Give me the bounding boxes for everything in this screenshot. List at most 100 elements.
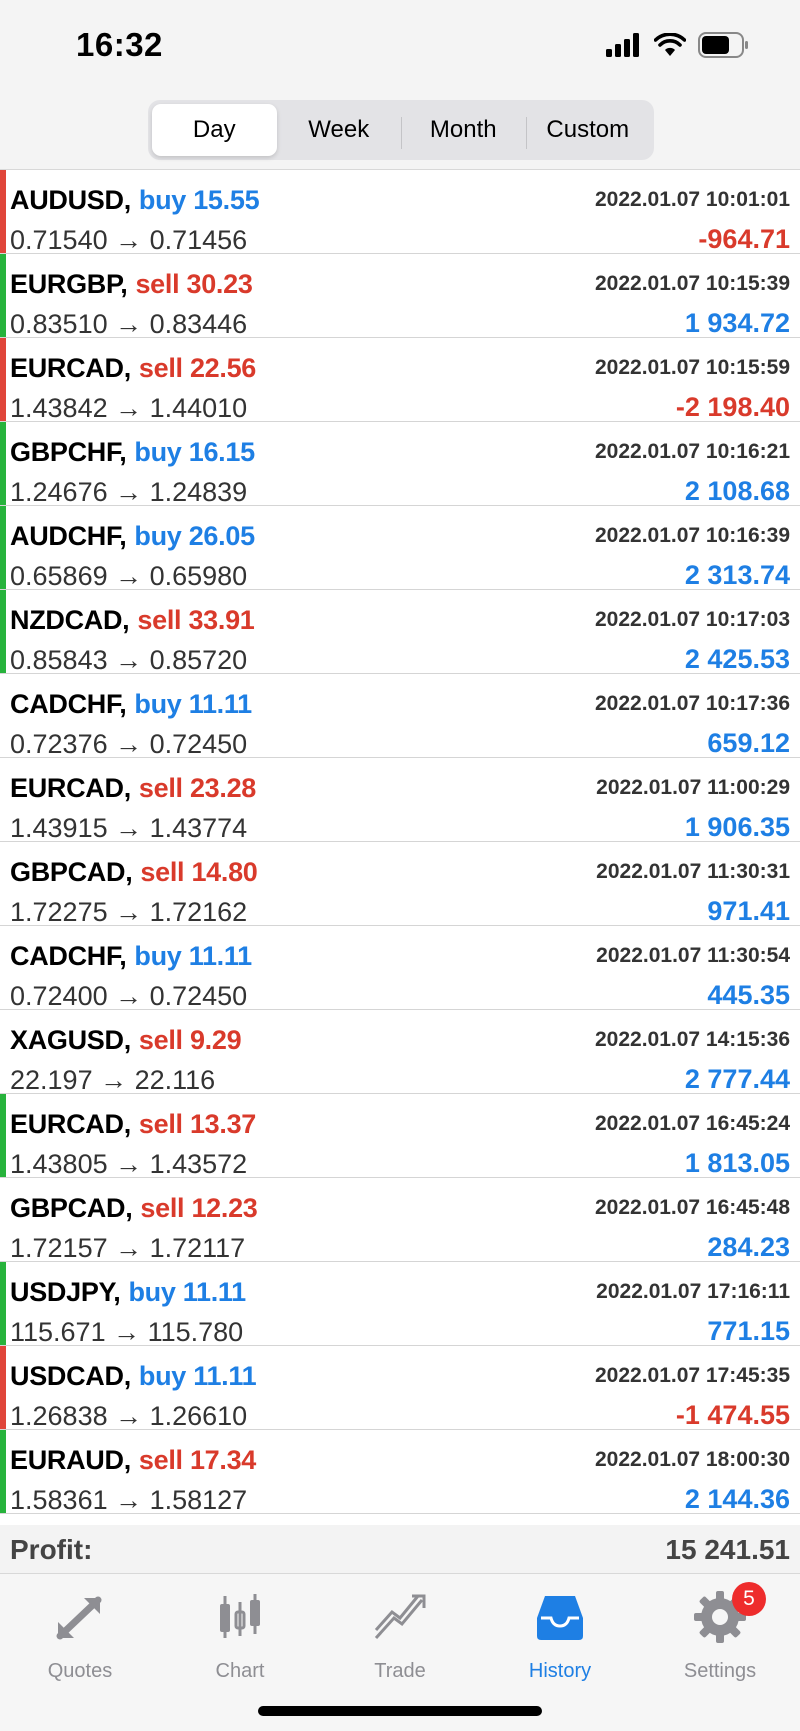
deal-symbol: CADCHF, [10,689,127,719]
deal-volume: 11.11 [188,941,252,971]
deal-direction: buy [128,1277,176,1307]
list-item[interactable]: GBPCAD, sell 14.80 1.72275 → 1.72162 2022.0… [0,842,800,927]
tab-history[interactable]: History [490,1588,630,1683]
deal-direction: buy [138,185,187,215]
wifi-icon [654,33,686,56]
deal-symbol: CADCHF, [10,941,127,971]
deal-prices: 0.72376 → 0.72450 [10,729,248,759]
deal-title: GBPCHF, buy 16.15 [10,437,255,468]
deal-title: XAGUSD, sell 9.29 [10,1025,242,1056]
deal-profit: 1 934.72 [684,308,790,338]
deal-time: 2022.01.07 16:45:24 [595,1112,790,1135]
tab-quotes[interactable]: Quotes [10,1588,150,1683]
list-item[interactable]: NZDCAD, sell 33.91 0.85843 → 0.85720 2022.0… [0,590,800,675]
deal-profit: 2 313.74 [684,560,790,590]
deal-symbol: AUDUSD, [10,185,131,215]
tab-week[interactable]: Week [277,104,402,156]
deal-time: 2022.01.07 10:16:21 [595,440,790,463]
deal-title: GBPCAD, sell 12.23 [10,1193,258,1224]
deal-direction: sell [138,1025,183,1055]
history-icon [490,1588,630,1646]
tab-label: History [528,1660,592,1682]
deal-direction: sell [138,773,183,803]
deal-volume: 11.11 [182,1277,246,1307]
list-item[interactable]: CADCHF, buy 11.11 0.72376 → 0.72450 2022.01… [0,674,800,759]
list-item[interactable]: USDJPY, buy 11.11 115.671 → 115.780 2022.01… [0,1262,800,1347]
deal-prices: 0.85843 → 0.85720 [10,645,248,675]
deal-volume: 30.23 [186,269,253,299]
deal-prices: 1.43842 → 1.44010 [10,393,248,423]
tab-settings[interactable]: 5 Settings [650,1582,790,1683]
deal-volume: 14.80 [191,857,258,887]
deal-volume: 13.37 [189,1109,257,1139]
list-item[interactable]: AUDUSD, buy 15.55 0.71540 → 0.71456 2022.01… [0,170,800,255]
deal-symbol: AUDCHF, [10,521,127,551]
deal-time: 2022.01.07 11:30:54 [596,944,790,967]
deal-title: USDJPY, buy 11.11 [10,1277,246,1308]
deal-volume: 26.05 [188,521,255,551]
deal-direction: sell [137,605,182,635]
list-item[interactable]: EURGBP, sell 30.23 0.83510 → 0.83446 2022.0… [0,254,800,339]
list-item[interactable]: EURCAD, sell 23.28 1.43915 → 1.43774 2022.0… [0,758,800,843]
deal-profit: 659.12 [707,728,790,758]
deal-volume: 12.23 [191,1193,258,1223]
deal-profit: 445.35 [707,980,790,1010]
list-item[interactable]: EURCAD, sell 13.37 1.43805 → 1.43572 2022.0… [0,1094,800,1179]
deal-prices: 1.26838 → 1.26610 [10,1401,248,1431]
period-segmented-control: Day Week Month Custom [148,100,654,160]
deal-direction: sell [138,1445,183,1475]
deal-profit: 2 425.53 [684,644,790,674]
deal-volume: 11.11 [188,689,252,719]
list-item[interactable]: CADCHF, buy 11.11 0.72400 → 0.72450 2022.01… [0,926,800,1011]
deal-time: 2022.01.07 18:00:30 [595,1448,790,1471]
deal-direction: sell [140,857,185,887]
profit-label: Profit: [10,1534,93,1565]
deal-volume: 11.11 [193,1361,257,1391]
list-item[interactable]: GBPCAD, sell 12.23 1.72157 → 1.72117 2022.0… [0,1178,800,1263]
deal-volume: 22.56 [189,353,257,383]
deal-time: 2022.01.07 17:16:11 [596,1280,790,1303]
deal-direction: sell [140,1193,185,1223]
deal-prices: 1.72275 → 1.72162 [10,897,248,927]
status-bar: 16:32 [0,0,800,96]
deal-title: CADCHF, buy 11.11 [10,689,252,720]
gear-icon: 5 [650,1582,790,1646]
list-item[interactable]: XAGUSD, sell 9.29 22.197 → 22.116 2022.01.0… [0,1010,800,1095]
list-item[interactable]: EURCAD, sell 22.56 1.43842 → 1.44010 2022.0… [0,338,800,423]
list-item[interactable]: GBPCHF, buy 16.15 1.24676 → 1.24839 2022.01… [0,422,800,507]
deal-title: GBPCAD, sell 14.80 [10,857,258,888]
tab-chart[interactable]: Chart [170,1588,310,1683]
tab-day[interactable]: Day [152,104,277,156]
list-item[interactable]: AUDCHF, buy 26.05 0.65869 → 0.65980 2022.01… [0,506,800,591]
deal-symbol: GBPCAD, [10,857,133,887]
deal-time: 2022.01.07 17:45:35 [595,1364,790,1387]
deal-time: 2022.01.07 10:15:39 [595,272,790,295]
deal-profit: -2 198.40 [675,392,790,422]
deal-title: NZDCAD, sell 33.91 [10,605,255,636]
deal-symbol: EURCAD, [10,1109,131,1139]
tab-trade[interactable]: Trade [330,1588,470,1683]
tab-month[interactable]: Month [401,104,526,156]
deal-prices: 1.43805 → 1.43572 [10,1149,248,1179]
deal-title: EURAUD, sell 17.34 [10,1445,256,1476]
deal-title: EURCAD, sell 13.37 [10,1109,256,1140]
deal-volume: 16.15 [188,437,255,467]
deal-time: 2022.01.07 10:15:59 [595,356,790,379]
deal-profit: -964.71 [698,224,790,254]
signal-icon [606,33,639,57]
profit-value: 15 241.51 [665,1534,790,1565]
deal-symbol: NZDCAD, [10,605,130,635]
list-item[interactable]: EURAUD, sell 17.34 1.58361 → 1.58127 2022.0… [0,1430,800,1515]
deal-time: 2022.01.07 14:15:36 [595,1028,790,1051]
tab-custom[interactable]: Custom [525,104,651,156]
home-indicator [258,1706,542,1716]
list-item[interactable]: USDCAD, buy 11.11 1.26838 → 1.26610 2022.01… [0,1346,800,1431]
deal-prices: 0.72400 → 0.72450 [10,981,248,1011]
deal-prices: 1.58361 → 1.58127 [10,1485,248,1515]
deal-title: EURGBP, sell 30.23 [10,269,253,300]
deal-direction: buy [134,437,182,467]
deal-prices: 0.65869 → 0.65980 [10,561,248,591]
deal-symbol: GBPCHF, [10,437,127,467]
deal-volume: 33.91 [188,605,255,635]
battery-icon [698,32,748,58]
